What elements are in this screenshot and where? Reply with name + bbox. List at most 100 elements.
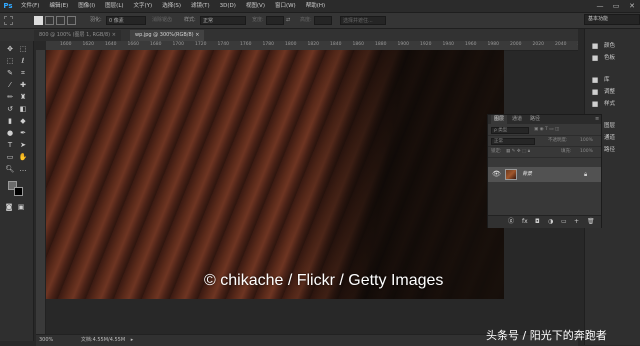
screen-mode-icon[interactable]: ▣ <box>16 202 26 212</box>
maximize-button[interactable]: ▭ <box>608 0 624 12</box>
history-brush-tool-icon[interactable]: ↺ <box>5 104 15 114</box>
layer-style-icon[interactable]: fx <box>522 218 528 226</box>
more-tools-icon[interactable]: … <box>18 164 28 174</box>
gradient-tool-icon[interactable]: ▮ <box>5 116 15 126</box>
menu-filter[interactable]: 滤镜(T) <box>186 0 215 12</box>
tab-paths[interactable]: 路径 <box>527 115 543 124</box>
opacity-value[interactable]: 100% <box>580 137 593 145</box>
artboard-tool-icon[interactable]: ⬚ <box>18 44 28 54</box>
panel-menu-icon[interactable]: ≡ <box>592 115 602 124</box>
ruler-tick-label: 2040 <box>555 42 567 47</box>
lock-icons[interactable]: ▦ ✎ ✥ ⬚ 🔒︎ <box>506 148 530 156</box>
panel-4-icon[interactable]: ■ <box>591 100 599 108</box>
minimize-button[interactable]: — <box>592 0 608 12</box>
new-group-icon[interactable]: ▭ <box>561 218 567 226</box>
blur-tool-icon[interactable]: ◆ <box>18 116 28 126</box>
panel-1-icon[interactable]: ■ <box>591 54 599 62</box>
antialias-checkbox[interactable]: 消除锯齿 <box>152 16 172 25</box>
width-input[interactable] <box>266 16 284 25</box>
tab-layers[interactable]: 图层 <box>491 115 508 124</box>
menu-edit[interactable]: 编辑(E) <box>44 0 73 12</box>
add-selection-icon[interactable] <box>45 16 54 25</box>
hand-tool-icon[interactable]: ✋ <box>18 152 28 162</box>
brush-tool-icon[interactable]: ✏ <box>5 92 15 102</box>
link-layers-icon[interactable]: ⓖ <box>508 218 514 226</box>
menu-window[interactable]: 窗口(W) <box>270 0 301 12</box>
select-and-mask-button[interactable]: 选择并遮住... <box>340 16 386 25</box>
subtract-selection-icon[interactable] <box>56 16 65 25</box>
panel-label[interactable]: 颜色 <box>604 41 615 51</box>
tab-channels[interactable]: 通道 <box>509 115 525 124</box>
new-layer-icon[interactable]: + <box>574 218 579 226</box>
panel-label[interactable]: 路径 <box>604 145 615 155</box>
dodge-tool-icon[interactable]: ● <box>5 128 15 138</box>
lock-label: 锁定: <box>491 149 502 154</box>
layer-name[interactable]: 背景 <box>522 170 532 179</box>
height-label: 高度: <box>300 17 312 23</box>
zoom-level[interactable]: 300% <box>39 337 53 343</box>
blend-mode-select[interactable]: 正常 <box>491 138 535 145</box>
ruler-tick-label: 1640 <box>105 42 117 47</box>
visibility-eye-icon[interactable]: 👁︎ <box>492 170 501 179</box>
menu-view[interactable]: 视图(V) <box>241 0 270 12</box>
new-selection-icon[interactable] <box>34 16 43 25</box>
height-input[interactable] <box>314 16 332 25</box>
fill-value[interactable]: 100% <box>580 148 593 156</box>
document-canvas[interactable] <box>46 50 504 299</box>
adjustment-layer-icon[interactable]: ◑ <box>548 218 553 226</box>
marquee-tool-icon[interactable]: ⬚ <box>5 56 15 66</box>
layer-kind-filter[interactable]: ρ 类型 <box>491 127 529 134</box>
menu-3d[interactable]: 3D(D) <box>215 0 241 12</box>
menu-layer[interactable]: 图层(L) <box>100 0 128 12</box>
layer-lock-icon: 🔒︎ <box>584 171 588 178</box>
filter-icons[interactable]: ▣ ◉ T ▭ ◫ <box>534 126 559 134</box>
lasso-tool-icon[interactable]: ℓ <box>18 56 28 66</box>
menu-image[interactable]: 图像(I) <box>73 0 100 12</box>
menu-help[interactable]: 帮助(H) <box>301 0 330 12</box>
panel-0-icon[interactable]: ■ <box>591 42 599 50</box>
path-selection-tool-icon[interactable]: ➤ <box>18 140 28 150</box>
panel-label[interactable]: 图层 <box>604 121 615 131</box>
clone-stamp-tool-icon[interactable]: ♜ <box>18 92 28 102</box>
panel-label[interactable]: 调整 <box>604 87 615 97</box>
close-button[interactable]: ✕ <box>624 0 640 12</box>
ruler-tick-label: 1720 <box>195 42 207 47</box>
background-color-swatch[interactable] <box>14 187 23 196</box>
menu-file[interactable]: 文件(F) <box>16 0 44 12</box>
menu-select[interactable]: 选择(S) <box>157 0 186 12</box>
swap-icon[interactable]: ⇄ <box>286 16 290 25</box>
move-tool-icon[interactable]: ✥ <box>5 44 15 54</box>
quick-select-tool-icon[interactable]: ✎ <box>5 68 15 78</box>
rectangle-tool-icon[interactable]: ▭ <box>5 152 15 162</box>
pen-tool-icon[interactable]: ✒ <box>18 128 28 138</box>
marquee-tool-icon[interactable] <box>4 16 13 25</box>
style-select[interactable]: 正常 <box>200 16 246 25</box>
type-tool-icon[interactable]: T <box>5 140 15 150</box>
tab-wp-jpg[interactable]: wp.jpg @ 300%(RGB/8) × <box>130 30 205 41</box>
intersect-selection-icon[interactable] <box>67 16 76 25</box>
panel-label[interactable]: 色板 <box>604 53 615 63</box>
zoom-tool-icon[interactable]: 🔍︎ <box>5 164 15 174</box>
panel-label[interactable]: 库 <box>604 75 610 85</box>
ruler-tick-label: 1780 <box>262 42 274 47</box>
menu-type[interactable]: 文字(Y) <box>129 0 158 12</box>
panel-3-icon[interactable]: ■ <box>591 88 599 96</box>
ruler-tick-label: 1940 <box>442 42 454 47</box>
add-mask-icon[interactable]: ◘ <box>535 218 540 226</box>
delete-layer-icon[interactable]: 🗑 <box>587 218 595 226</box>
panel-label[interactable]: 通道 <box>604 133 615 143</box>
healing-brush-tool-icon[interactable]: ✚ <box>18 80 28 90</box>
ruler-tick-label: 1600 <box>60 42 72 47</box>
feather-input[interactable]: 0 像素 <box>106 16 146 25</box>
layer-row-background[interactable]: 👁︎ 背景 🔒︎ <box>488 167 601 182</box>
workspace-switcher[interactable]: 基本功能 <box>584 14 640 25</box>
ruler-tick-label: 1620 <box>82 42 94 47</box>
panel-label[interactable]: 样式 <box>604 99 615 109</box>
crop-tool-icon[interactable]: ⌗ <box>18 68 28 78</box>
panel-2-icon[interactable]: ■ <box>591 76 599 84</box>
eyedropper-tool-icon[interactable]: ⁄ <box>5 80 15 90</box>
status-arrow-icon[interactable]: ▸ <box>131 337 134 343</box>
quick-mask-icon[interactable]: ◙ <box>4 202 14 212</box>
tab-800[interactable]: 800 @ 100% (图层 1, RGB/8) × <box>34 30 121 41</box>
eraser-tool-icon[interactable]: ◧ <box>18 104 28 114</box>
